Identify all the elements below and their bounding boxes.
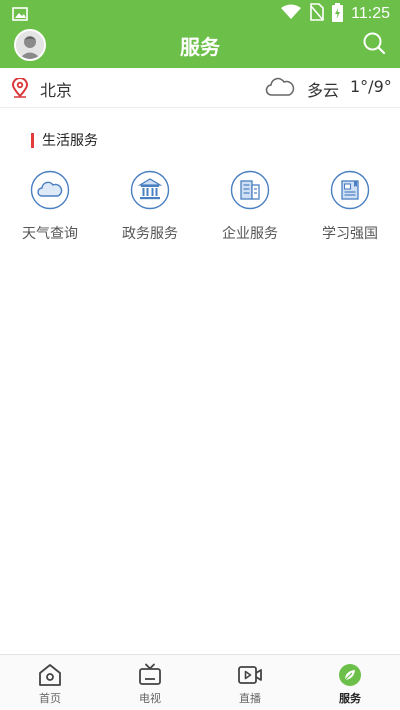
service-enterprise[interactable]: 企业服务 [200, 170, 300, 243]
clock-time: 11:25 [351, 5, 390, 22]
no-sim-icon [310, 3, 324, 25]
cloud-icon [265, 77, 295, 101]
search-button[interactable] [362, 31, 386, 55]
temperature-range: 1°/9° [350, 77, 392, 96]
gallery-notification-icon [12, 6, 28, 25]
service-weather[interactable]: 天气查询 [0, 170, 100, 243]
compass-leaf-icon [339, 664, 361, 686]
enterprise-buildings-icon [230, 170, 270, 210]
weather-condition: 多云 [307, 81, 340, 100]
nav-label: 电视 [139, 692, 161, 705]
government-building-icon [130, 170, 170, 210]
section-header: 生活服务 [31, 131, 98, 149]
nav-label: 首页 [39, 692, 61, 705]
page-title: 服务 [180, 35, 220, 59]
section-marker [31, 132, 34, 148]
app-header: 服务 [0, 28, 400, 68]
nav-live[interactable]: 直播 [200, 655, 300, 710]
service-label: 政务服务 [122, 226, 178, 242]
nav-label: 直播 [239, 692, 261, 705]
service-label: 学习强国 [322, 226, 378, 242]
bottom-nav: 首页 电视 直播 服务 [0, 654, 400, 710]
nav-tv[interactable]: 电视 [100, 655, 200, 710]
learning-book-icon [330, 170, 370, 210]
battery-charging-icon [332, 2, 344, 26]
service-label: 企业服务 [222, 226, 278, 242]
service-government[interactable]: 政务服务 [100, 170, 200, 243]
home-icon [39, 664, 61, 686]
service-label: 天气查询 [22, 226, 78, 242]
nav-home[interactable]: 首页 [0, 655, 100, 710]
nav-services[interactable]: 服务 [300, 655, 400, 710]
weather-bar[interactable]: 北京 多云 1°/9° [0, 68, 400, 108]
location-pin-icon [11, 77, 29, 102]
nav-label: 服务 [339, 692, 361, 705]
status-bar: 11:25 [0, 0, 400, 28]
tv-icon [139, 663, 161, 685]
service-learning[interactable]: 学习强国 [300, 170, 400, 243]
section-title: 生活服务 [42, 133, 98, 149]
weather-cloud-icon [30, 170, 70, 210]
city-name: 北京 [40, 81, 73, 100]
services-grid: 天气查询 政务服务 企业服务 学习强国 [0, 170, 400, 243]
search-icon [363, 32, 386, 55]
wifi-icon [280, 4, 302, 24]
live-video-icon [238, 666, 262, 684]
